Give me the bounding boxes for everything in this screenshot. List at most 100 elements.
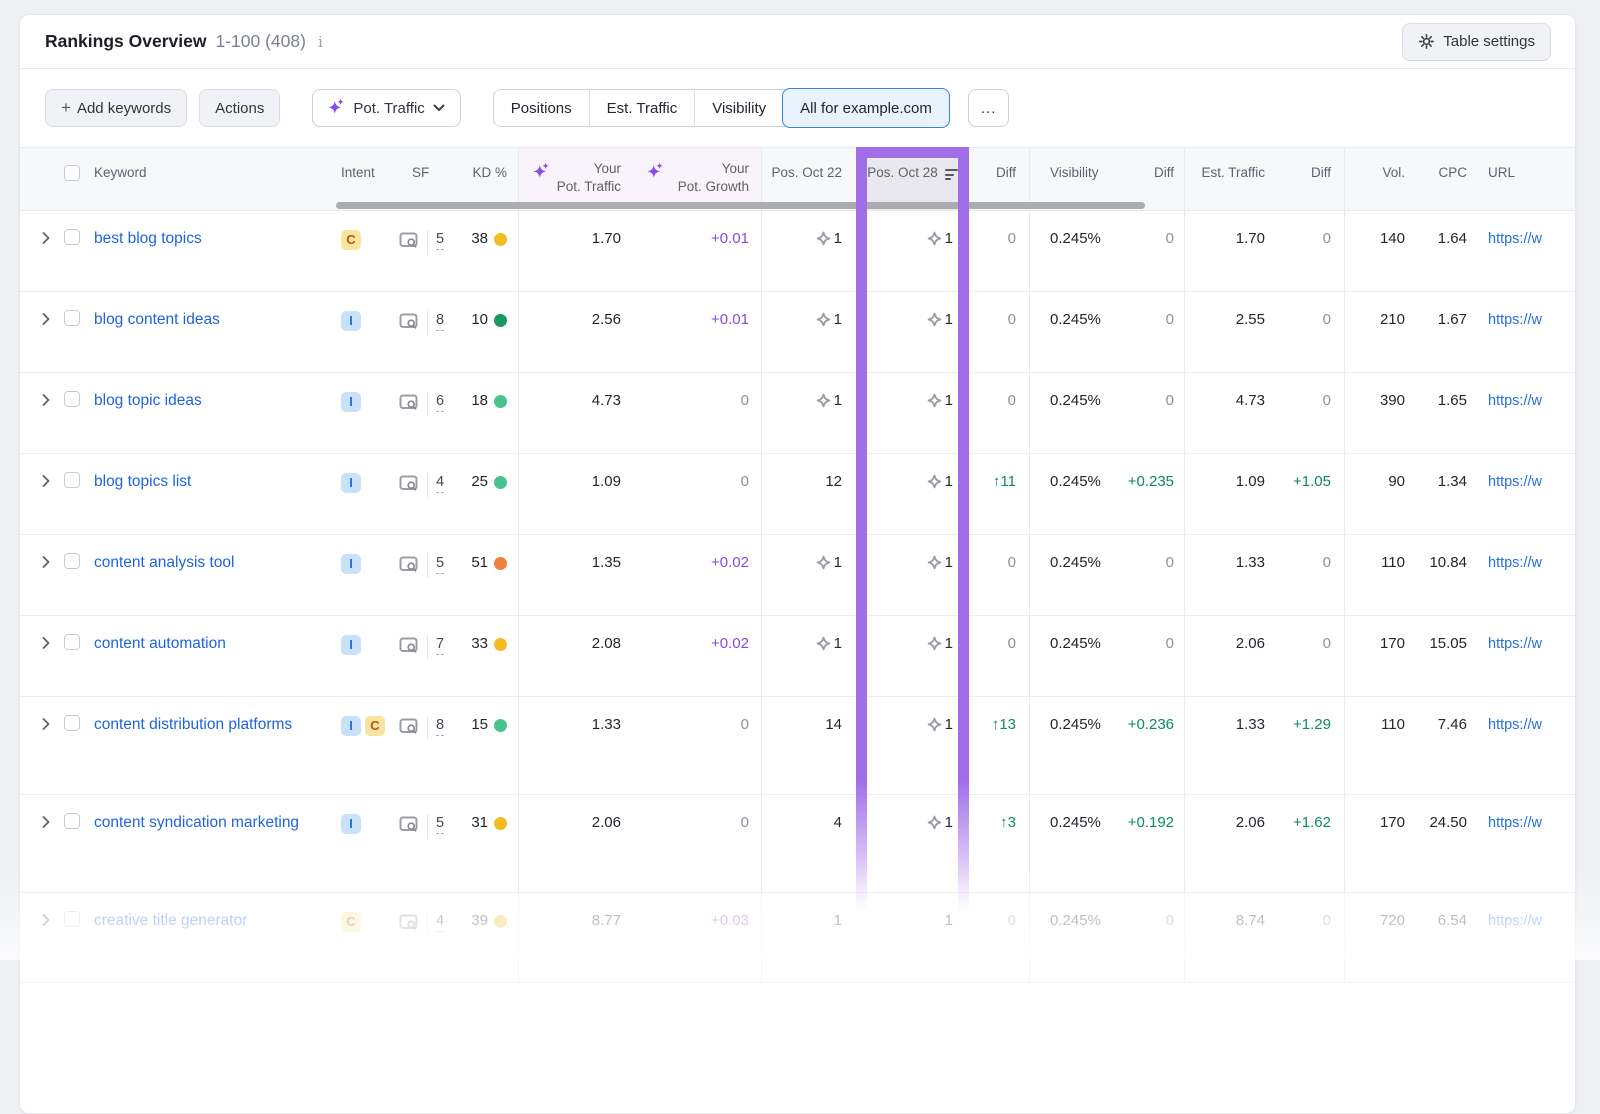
- expand-chevron-icon[interactable]: [42, 816, 50, 828]
- row-checkbox[interactable]: [64, 310, 80, 326]
- view-tabs: PositionsEst. TrafficVisibilityAll for e…: [493, 89, 950, 127]
- pos-oct-28-cell: 1: [856, 795, 969, 892]
- col-header-intent[interactable]: Intent: [331, 148, 391, 210]
- keyword-link[interactable]: best blog topics: [94, 230, 202, 247]
- keyword-link[interactable]: blog content ideas: [94, 311, 220, 328]
- keyword-link[interactable]: content analysis tool: [94, 554, 234, 571]
- sparkle-icon-slot: [533, 162, 550, 184]
- col-header-diff-2[interactable]: Diff: [1114, 148, 1184, 210]
- col-header-visibility[interactable]: Visibility: [1029, 148, 1114, 210]
- intent-badge-i: I: [341, 635, 361, 655]
- url-link[interactable]: https://w: [1488, 717, 1542, 733]
- sf-count[interactable]: 8: [436, 717, 444, 736]
- col-header-cpc[interactable]: CPC: [1412, 148, 1474, 210]
- table-row: blog content ideas I 8 10 2.56 +0.01 1 1…: [20, 292, 1575, 373]
- pos-oct-28-cell: 1: [856, 697, 969, 794]
- row-checkbox[interactable]: [64, 553, 80, 569]
- url-link[interactable]: https://w: [1488, 312, 1542, 328]
- expand-chevron-icon[interactable]: [42, 556, 50, 568]
- sf-count[interactable]: 4: [436, 913, 444, 932]
- actions-button[interactable]: Actions: [199, 89, 280, 127]
- col-header-pos-oct-28[interactable]: Pos. Oct 28: [856, 148, 969, 210]
- col-header-kd[interactable]: KD %: [459, 148, 518, 210]
- serp-feature-diamond-icon: [927, 312, 942, 327]
- col-header-pot-growth[interactable]: YourPot. Growth: [633, 148, 761, 210]
- col-header-volume[interactable]: Vol.: [1344, 148, 1412, 210]
- keyword-link[interactable]: creative title generator: [94, 912, 247, 929]
- sf-count[interactable]: 4: [436, 474, 444, 493]
- sf-count[interactable]: 5: [436, 555, 444, 574]
- sf-count[interactable]: 5: [436, 815, 444, 834]
- col-header-sf[interactable]: SF: [391, 148, 459, 210]
- col-header-url[interactable]: URL: [1474, 148, 1576, 210]
- horizontal-scrollbar-thumb[interactable]: [336, 202, 1145, 209]
- col-header-est-traffic[interactable]: Est. Traffic: [1184, 148, 1273, 210]
- gear-icon: [1418, 33, 1435, 50]
- kd-value: 31: [471, 813, 488, 833]
- col-header-diff-3[interactable]: Diff: [1273, 148, 1344, 210]
- more-tabs-button[interactable]: ...: [968, 89, 1010, 127]
- metric-dropdown[interactable]: Pot. Traffic: [312, 89, 460, 127]
- keyword-link[interactable]: content distribution platforms: [94, 716, 292, 733]
- keyword-link[interactable]: content syndication marketing: [94, 814, 299, 831]
- row-checkbox[interactable]: [64, 634, 80, 650]
- row-checkbox[interactable]: [64, 391, 80, 407]
- select-all-checkbox[interactable]: [64, 165, 80, 181]
- row-checkbox[interactable]: [64, 715, 80, 731]
- url-link[interactable]: https://w: [1488, 815, 1542, 831]
- url-link[interactable]: https://w: [1488, 231, 1542, 247]
- expand-chevron-icon[interactable]: [42, 637, 50, 649]
- row-checkbox[interactable]: [64, 229, 80, 245]
- keyword-link[interactable]: blog topics list: [94, 473, 191, 490]
- url-link[interactable]: https://w: [1488, 555, 1542, 571]
- cpc-value: 24.50: [1429, 814, 1467, 831]
- keyword-link[interactable]: blog topic ideas: [94, 392, 202, 409]
- table-settings-button[interactable]: Table settings: [1402, 23, 1551, 61]
- cpc-value: 1.64: [1438, 230, 1467, 247]
- tab-all-for-example-com[interactable]: All for example.com: [782, 88, 950, 128]
- pos-oct-22-cell: 1: [761, 535, 856, 615]
- url-link[interactable]: https://w: [1488, 474, 1542, 490]
- sf-count[interactable]: 8: [436, 312, 444, 331]
- expand-chevron-icon[interactable]: [42, 718, 50, 730]
- serp-features-cell: 4: [391, 893, 459, 982]
- divider: [427, 814, 428, 838]
- col-header-pot-traffic[interactable]: YourPot. Traffic: [518, 148, 633, 210]
- sf-count[interactable]: 7: [436, 636, 444, 655]
- url-link[interactable]: https://w: [1488, 913, 1542, 929]
- kd-cell: 31: [459, 795, 518, 851]
- pot-traffic-value: 1.35: [592, 554, 621, 571]
- expand-chevron-icon[interactable]: [42, 914, 50, 926]
- pos-oct-28-value: 1: [945, 715, 953, 794]
- pot-growth-value: +0.02: [711, 635, 749, 652]
- pos-oct-22-value: 1: [834, 391, 842, 453]
- sf-count[interactable]: 6: [436, 393, 444, 412]
- expand-chevron-icon[interactable]: [42, 232, 50, 244]
- plus-icon: +: [61, 98, 71, 118]
- info-icon[interactable]: i: [318, 33, 323, 51]
- divider: [427, 311, 428, 335]
- col-header-diff-1[interactable]: Diff: [969, 148, 1029, 210]
- expand-chevron-icon[interactable]: [42, 475, 50, 487]
- est-traffic-diff-value: +1.05: [1293, 473, 1331, 490]
- tab-positions[interactable]: Positions: [494, 89, 589, 127]
- url-link[interactable]: https://w: [1488, 393, 1542, 409]
- pos-oct-28-value: 1: [945, 229, 953, 291]
- expand-chevron-icon[interactable]: [42, 313, 50, 325]
- table-row: content analysis tool I 5 51 1.35 +0.02 …: [20, 535, 1575, 616]
- expand-chevron-icon[interactable]: [42, 394, 50, 406]
- pos-oct-28-cell: 1: [856, 373, 969, 453]
- sf-count[interactable]: 5: [436, 231, 444, 250]
- kd-difficulty-dot: [494, 314, 507, 327]
- col-header-pos-oct-22[interactable]: Pos. Oct 22: [761, 148, 856, 210]
- url-link[interactable]: https://w: [1488, 636, 1542, 652]
- keyword-link[interactable]: content automation: [94, 635, 226, 652]
- tab-visibility[interactable]: Visibility: [694, 89, 783, 127]
- pos-oct-28-cell: 1: [856, 211, 969, 291]
- row-checkbox[interactable]: [64, 472, 80, 488]
- row-checkbox[interactable]: [64, 911, 80, 927]
- col-header-keyword[interactable]: Keyword: [94, 148, 331, 210]
- row-checkbox[interactable]: [64, 813, 80, 829]
- add-keywords-button[interactable]: + Add keywords: [45, 89, 187, 127]
- tab-est-traffic[interactable]: Est. Traffic: [589, 89, 695, 127]
